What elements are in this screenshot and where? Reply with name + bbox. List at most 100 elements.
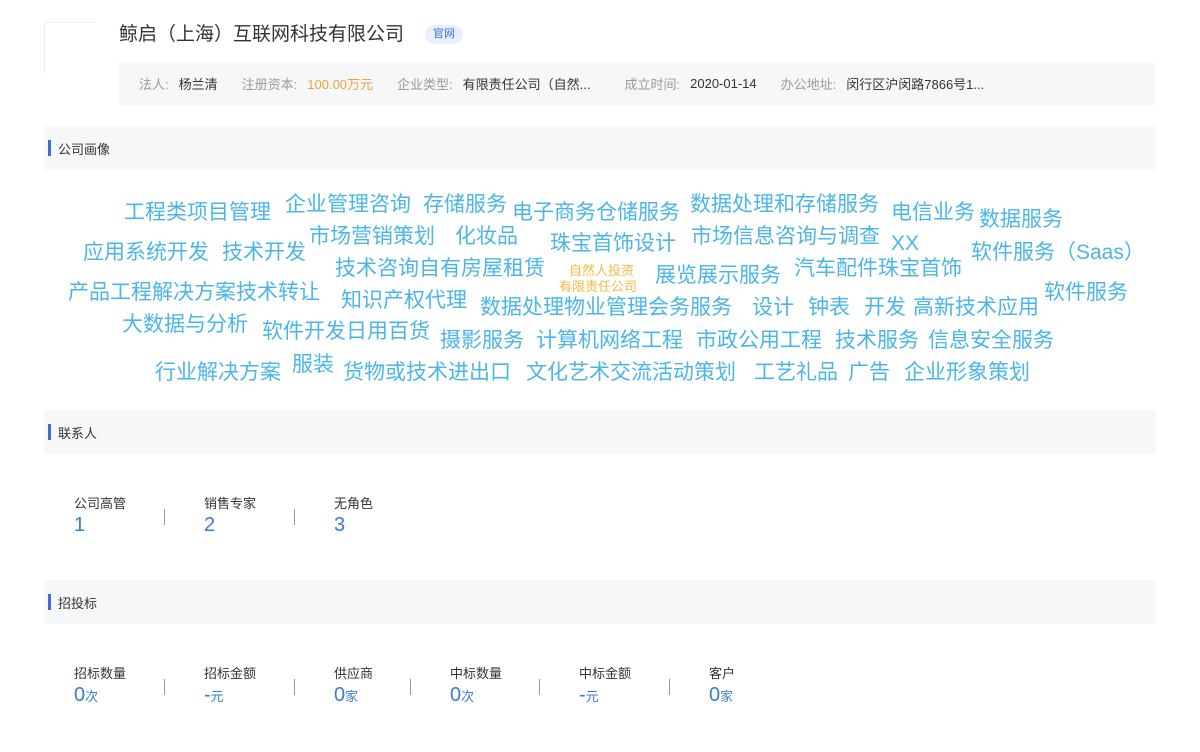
stat-value: 2 xyxy=(204,514,216,536)
founded-value: 2020-01-14 xyxy=(690,76,757,91)
cloud-word: 技术咨询自有房屋租赁 xyxy=(335,257,545,280)
cloud-word: 工艺礼品 xyxy=(754,361,838,384)
cloud-word: 软件开发日用百货 xyxy=(262,320,430,343)
cloud-word: 文化艺术交流活动策划 xyxy=(526,361,736,384)
stat-number: - xyxy=(579,684,586,706)
section-title: 招投标 xyxy=(58,595,98,611)
stat-number: 0 xyxy=(709,684,721,706)
cloud-word: 广告 xyxy=(848,361,890,384)
address-label: 办公地址: xyxy=(780,77,837,92)
cloud-word: 汽车配件珠宝首饰 xyxy=(794,257,962,280)
stat-label: 客户 xyxy=(709,666,736,681)
stat-value: 0家 xyxy=(334,684,373,707)
bid-stat-customers[interactable]: 客户 0家 xyxy=(709,663,735,707)
cloud-word: 大数据与分析 xyxy=(122,313,248,336)
contact-stat-no-role[interactable]: 无角色 3 xyxy=(334,493,373,537)
cloud-word: 技术服务 xyxy=(835,329,919,352)
company-type-value: 有限责任公司（自然... xyxy=(462,77,591,92)
cloud-word: 市政公用工程 xyxy=(696,329,822,352)
cloud-word: 软件服务 xyxy=(1044,281,1128,304)
cloud-word: 市场营销策划 xyxy=(309,225,435,248)
company-profile-page: 鲸启（上海）互联网科技有限公司 官网 法人: 杨兰清 注册资本: 100.00万… xyxy=(0,0,1200,752)
stat-divider xyxy=(164,509,165,525)
cloud-word: 化妆品 xyxy=(455,225,518,248)
cloud-word: 有限责任公司 xyxy=(559,279,638,294)
section-accent-bar xyxy=(48,594,51,610)
stat-label: 供应商 xyxy=(334,666,374,681)
cloud-word: 计算机网络工程 xyxy=(536,329,683,352)
word-cloud: 工程类项目管理 企业管理咨询 存储服务 电子商务仓储服务 数据处理和存储服务 电… xyxy=(0,170,1200,400)
cloud-word: 知识产权代理 xyxy=(341,289,467,312)
cloud-word: 钟表 xyxy=(808,296,850,319)
bid-stat-win-count[interactable]: 中标数量 0次 xyxy=(450,663,502,707)
cloud-word: 服装 xyxy=(292,353,334,376)
bid-stat-tender-amount[interactable]: 招标金额 -元 xyxy=(204,663,256,707)
stat-value: 0家 xyxy=(709,684,735,707)
official-site-badge[interactable]: 官网 xyxy=(425,25,463,44)
address-value: 闵行区沪闵路7866号1... xyxy=(846,77,985,92)
stat-divider xyxy=(164,679,165,695)
stat-value: 0次 xyxy=(74,684,126,707)
section-title: 公司画像 xyxy=(58,141,111,157)
company-logo xyxy=(44,22,96,74)
cloud-word: 电子商务仓储服务 xyxy=(512,201,680,224)
cloud-word: XX xyxy=(891,232,920,255)
company-type-label: 企业类型: xyxy=(397,77,453,92)
stat-value: 1 xyxy=(74,514,86,536)
cloud-word: 工程类项目管理 xyxy=(124,201,271,224)
capital-value: 100.00万元 xyxy=(307,77,374,92)
stat-number: 0 xyxy=(334,684,346,706)
cloud-word: 企业管理咨询 xyxy=(285,193,411,216)
stat-label: 中标数量 xyxy=(450,666,503,681)
capital-label: 注册资本: xyxy=(241,77,298,92)
stat-divider xyxy=(294,679,295,695)
founded-label: 成立时间: xyxy=(624,77,681,92)
stat-label: 招标数量 xyxy=(74,666,127,681)
stat-divider xyxy=(539,679,540,695)
cloud-word: 软件服务（Saas） xyxy=(971,241,1145,264)
cloud-word: 摄影服务 xyxy=(440,329,524,352)
company-info-bar: 法人: 杨兰清 注册资本: 100.00万元 企业类型: 有限责任公司（自然..… xyxy=(119,62,1155,105)
cloud-word: 信息安全服务 xyxy=(928,329,1054,352)
stat-label: 中标金额 xyxy=(579,666,632,681)
legal-person-label: 法人: xyxy=(139,77,169,92)
stat-label: 销售专家 xyxy=(204,496,257,511)
stat-label: 公司高管 xyxy=(74,496,127,511)
section-accent-bar xyxy=(48,424,51,440)
stat-divider xyxy=(410,679,411,695)
stat-divider xyxy=(669,679,670,695)
cloud-word: 自然人投资 xyxy=(569,263,635,278)
stat-unit: 家 xyxy=(345,689,359,704)
cloud-word: 行业解决方案 xyxy=(155,361,281,384)
section-accent-bar xyxy=(48,140,51,156)
section-portrait-header: 公司画像 xyxy=(44,126,1156,170)
contact-stat-executives[interactable]: 公司高管 1 xyxy=(74,493,126,537)
cloud-word: 企业形象策划 xyxy=(904,361,1030,384)
stat-value: -元 xyxy=(204,684,256,707)
cloud-word: 设计 xyxy=(752,296,794,319)
stat-number: 0 xyxy=(450,684,462,706)
cloud-word: 数据处理和存储服务 xyxy=(690,193,879,216)
stat-unit: 次 xyxy=(85,689,99,704)
bid-stat-tender-count[interactable]: 招标数量 0次 xyxy=(74,663,126,707)
cloud-word: 市场信息咨询与调查 xyxy=(691,225,880,248)
cloud-word: 开发 xyxy=(864,296,906,319)
stat-value: 3 xyxy=(334,514,346,536)
company-name: 鲸启（上海）互联网科技有限公司 xyxy=(119,24,405,45)
cloud-word: 产品工程解决方案技术转让 xyxy=(68,281,320,304)
stat-number: 0 xyxy=(74,684,86,706)
cloud-word: 数据服务 xyxy=(979,208,1063,231)
section-bidding-header: 招投标 xyxy=(44,580,1156,624)
cloud-word: 电信业务 xyxy=(891,201,975,224)
stat-unit: 元 xyxy=(210,689,224,704)
stat-label: 无角色 xyxy=(334,496,374,511)
cloud-word: 高新技术应用 xyxy=(913,296,1039,319)
contact-stat-sales[interactable]: 销售专家 2 xyxy=(204,493,256,537)
section-title: 联系人 xyxy=(58,425,98,441)
cloud-word: 技术开发 xyxy=(222,241,306,264)
stat-unit: 次 xyxy=(461,689,475,704)
cloud-word: 珠宝首饰设计 xyxy=(550,232,676,255)
stat-label: 招标金额 xyxy=(204,666,257,681)
bid-stat-suppliers[interactable]: 供应商 0家 xyxy=(334,663,373,707)
bid-stat-win-amount[interactable]: 中标金额 -元 xyxy=(579,663,631,707)
